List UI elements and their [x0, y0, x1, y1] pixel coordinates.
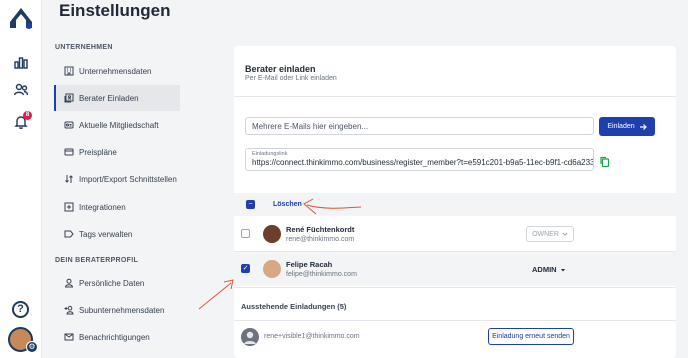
- member-email: rene@thinkimmo.com: [286, 236, 355, 243]
- building-icon: [64, 66, 74, 76]
- select-all-checkbox[interactable]: −: [246, 200, 255, 209]
- email-input[interactable]: [245, 117, 594, 135]
- invite-button[interactable]: Einladen: [599, 117, 655, 136]
- pending-email: rene+visible1@thinkimmo.com: [264, 333, 360, 340]
- annotation-arrow-checkbox: [198, 282, 232, 310]
- member-name: Felipe Racah: [286, 260, 333, 269]
- divider: [234, 320, 676, 321]
- copy-icon[interactable]: [599, 156, 610, 167]
- card-subtitle: Per E-Mail oder Link einladen: [245, 75, 337, 82]
- invite-button-label: Einladen: [607, 123, 635, 130]
- person-icon: [244, 331, 256, 344]
- role-select[interactable]: ADMIN: [532, 265, 566, 274]
- gear-icon[interactable]: ⚙: [26, 341, 38, 353]
- notification-badge: 8: [23, 111, 32, 120]
- chart-icon[interactable]: [13, 54, 29, 70]
- card-title: Berater einladen: [245, 64, 316, 74]
- mail-icon: [64, 332, 74, 342]
- invite-link-value: https://connect.thinkimmo.com/business/r…: [252, 158, 594, 167]
- member-name: René Füchtenkordt: [286, 225, 355, 234]
- help-icon[interactable]: ?: [12, 301, 29, 318]
- nav-item-tags[interactable]: Tags verwalten: [54, 221, 180, 247]
- import-export-icon: [64, 174, 74, 184]
- invite-link-label: Einladungslink: [252, 151, 288, 157]
- nav-item-label: Persönliche Daten: [79, 278, 145, 288]
- page-title: Einstellungen: [59, 1, 171, 20]
- delete-button[interactable]: Löschen: [273, 201, 302, 208]
- nav-item-label: Aktuelle Mitgliedschaft: [79, 120, 159, 130]
- nav-item-label: Subunternehmensdaten: [79, 305, 165, 315]
- person-icon: [64, 278, 74, 288]
- role-select[interactable]: OWNER: [526, 226, 574, 242]
- nav-item-persoenliche-daten[interactable]: Persönliche Daten: [54, 270, 180, 296]
- avatar: [263, 260, 281, 278]
- nav-section-company: UNTERNEHMEN: [55, 44, 113, 51]
- row-checkbox[interactable]: [241, 229, 250, 238]
- nav-item-import-export[interactable]: Import/Export Schnittstellen: [54, 166, 180, 192]
- caret-down-icon: [560, 268, 565, 271]
- person-add-icon: [64, 305, 74, 315]
- nav-item-integrationen[interactable]: Integrationen: [54, 194, 180, 220]
- role-value: OWNER: [532, 230, 559, 238]
- arrow-right-icon: [639, 123, 647, 130]
- nav-item-label: Berater Einladen: [79, 93, 139, 103]
- divider: [234, 287, 676, 288]
- pending-title: Ausstehende Einladungen (5): [241, 302, 347, 311]
- invite-link-field[interactable]: Einladungslink https://connect.thinkimmo…: [245, 148, 594, 171]
- tag-icon: [64, 229, 74, 239]
- nav-item-label: Import/Export Schnittstellen: [79, 174, 177, 184]
- resend-invite-button[interactable]: Einladung erneut senden: [488, 328, 574, 345]
- nav-item-subunternehmensdaten[interactable]: Subunternehmensdaten: [54, 297, 180, 323]
- member-email: felipe@thinkimmo.com: [286, 271, 357, 278]
- card-icon: [64, 147, 74, 157]
- table-row: René Füchtenkordt rene@thinkimmo.com OWN…: [234, 217, 676, 251]
- nav-item-label: Unternehmensdaten: [79, 66, 152, 76]
- users-icon[interactable]: [13, 82, 29, 98]
- integration-icon: [64, 202, 74, 212]
- nav-item-mitgliedschaft[interactable]: Aktuelle Mitgliedschaft: [54, 112, 180, 138]
- nav-item-label: Benachrichtigungen: [79, 332, 150, 342]
- avatar: [263, 225, 281, 243]
- nav-item-unternehmensdaten[interactable]: Unternehmensdaten: [54, 58, 180, 84]
- nav-item-label: Tags verwalten: [79, 229, 133, 239]
- annotation-arrowhead-checkbox: [223, 279, 234, 290]
- app-rail: 8 ? ⚙: [0, 0, 42, 358]
- nav-item-label: Preispläne: [79, 147, 117, 157]
- membership-icon: [64, 120, 74, 130]
- chevron-down-icon: [562, 232, 568, 236]
- divider: [234, 96, 676, 97]
- logo-icon[interactable]: [8, 4, 34, 30]
- nav-section-profile: DEIN BERATERPROFIL: [55, 257, 139, 264]
- avatar: [241, 328, 259, 346]
- role-value: ADMIN: [532, 265, 557, 274]
- invite-icon: [64, 93, 74, 103]
- table-row: ✓ Felipe Racah felipe@thinkimmo.com ADMI…: [234, 252, 676, 286]
- nav-item-berater-einladen[interactable]: Berater Einladen: [54, 85, 180, 111]
- nav-item-preisplaene[interactable]: Preispläne: [54, 139, 180, 165]
- row-checkbox[interactable]: ✓: [241, 264, 250, 273]
- nav-item-label: Integrationen: [79, 202, 126, 212]
- nav-item-benachrichtigungen[interactable]: Benachrichtigungen: [54, 324, 180, 350]
